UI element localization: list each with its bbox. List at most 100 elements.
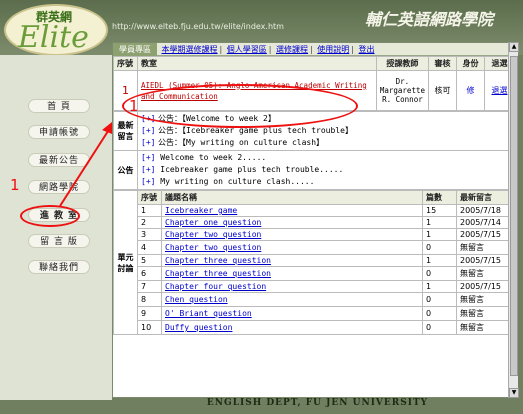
row-index: 10	[137, 320, 162, 335]
table-row: 7 Chapter four question 1 2005/7/15	[114, 280, 515, 293]
expand-button[interactable]: [+]	[141, 153, 155, 162]
table-row: 6 Chapter three question 0 無留言	[114, 266, 515, 281]
announcements-label: 公告	[113, 150, 138, 190]
course-drop-link[interactable]: 退選	[492, 86, 508, 95]
scroll-up-icon[interactable]: ▲	[509, 42, 519, 52]
course-status: 核可	[428, 70, 457, 111]
message-prefix: 公告：	[158, 138, 182, 147]
message-prefix: 公告：	[158, 126, 182, 135]
row-index: 5	[137, 254, 162, 267]
latest-message-item: [+] 公告：【Icebreaker game plus tech troubl…	[141, 125, 511, 137]
latest-message-item: [+] 公告：【My writing on culture clash】	[141, 137, 511, 149]
topic-link[interactable]: Chapter two question	[165, 243, 261, 252]
announcement-text[interactable]: Welcome to week 2.....	[160, 153, 266, 162]
vertical-scrollbar[interactable]: ▲ ▼	[508, 42, 519, 398]
table-row: 3 Chapter two question 1 2005/7/15	[114, 228, 515, 241]
course-role: 修	[456, 70, 485, 111]
row-latest: 2005/7/15	[456, 280, 515, 293]
browser-frame: 群英網 Elite http://www.elteb.fju.edu.tw/el…	[0, 0, 523, 414]
message-text[interactable]: 【My writing on culture clash】	[182, 138, 324, 147]
row-count: 0	[422, 320, 457, 335]
col-teacher: 授課教師	[375, 56, 430, 71]
topic-link[interactable]: Chapter three question	[165, 256, 271, 265]
annotation-number-course: 1	[129, 97, 139, 115]
table-row: 10 Duffy question 0 無留言	[114, 320, 515, 335]
row-index: 9	[137, 306, 162, 321]
tab-personal-learning[interactable]: 個人學習區	[225, 43, 269, 56]
course-teacher: Dr. Margarette R. Connor	[375, 70, 430, 111]
announcement-item: [+] Icebreaker game plus tech trouble...…	[141, 164, 511, 176]
col-status: 審核	[428, 56, 457, 71]
col-index: 序號	[113, 56, 138, 71]
topic-link[interactable]: Chapter two question	[165, 230, 261, 239]
topic-link[interactable]: Chapter three question	[165, 269, 271, 278]
row-count: 1	[422, 254, 457, 267]
row-index: 2	[137, 216, 162, 229]
row-latest: 2005/7/18	[456, 204, 515, 217]
row-index: 6	[137, 266, 162, 281]
announcement-text[interactable]: Icebreaker game plus tech trouble.....	[160, 165, 343, 174]
annotation-arrow	[59, 127, 111, 207]
col-classroom: 教室	[137, 56, 377, 71]
expand-button[interactable]: [+]	[141, 165, 155, 174]
row-index: 4	[137, 240, 162, 255]
disc-col-count: 篇數	[422, 190, 457, 205]
annotation-circle-course	[122, 84, 358, 128]
row-index: 7	[137, 280, 162, 293]
scroll-thumb[interactable]	[510, 56, 518, 376]
tab-semester-courses[interactable]: 本學期選修課程	[160, 43, 220, 56]
course-table-header: 序號 教室 授課教師 審核 身份 退選	[113, 56, 515, 71]
tab-elective-courses[interactable]: 選修課程	[274, 43, 310, 56]
expand-button[interactable]: [+]	[141, 138, 155, 147]
row-index: 1	[137, 204, 162, 217]
row-count: 1	[422, 216, 457, 229]
topic-link[interactable]: O' Briant question	[165, 309, 252, 318]
row-count: 0	[422, 240, 457, 255]
tab-bar: 學員專區 本學期選修課程 | 個人學習區 | 選修課程 | 使用說明 | 登出	[113, 43, 515, 56]
table-row: 1 Icebreaker game 15 2005/7/18	[114, 204, 515, 217]
scroll-down-icon[interactable]: ▼	[509, 388, 519, 398]
col-role: 身份	[456, 56, 485, 71]
announcement-item: [+] My writing on culture clash.....	[141, 176, 511, 188]
latest-messages-label: 最新留言	[113, 111, 138, 151]
expand-button[interactable]: [+]	[141, 126, 155, 135]
table-row: 2 Chapter one question 1 2005/7/14	[114, 216, 515, 229]
row-index: 3	[137, 228, 162, 241]
topic-link[interactable]: Chen question	[165, 295, 228, 304]
announcement-text[interactable]: My writing on culture clash.....	[160, 177, 314, 186]
row-latest: 無留言	[456, 306, 515, 321]
disc-col-index: 序號	[137, 190, 162, 205]
topic-link[interactable]: Duffy question	[165, 323, 232, 332]
row-latest: 無留言	[456, 292, 515, 307]
row-count: 0	[422, 306, 457, 321]
table-row: 5 Chapter three question 1 2005/7/15	[114, 254, 515, 267]
discussion-label: 單元討論	[113, 190, 138, 335]
tab-logout[interactable]: 登出	[357, 43, 377, 56]
row-count: 1	[422, 228, 457, 241]
row-latest: 2005/7/14	[456, 216, 515, 229]
discussion-table: 單元討論 序號 議題名稱 篇數 最新留言 1 Icebreaker game 15 2…	[113, 190, 515, 335]
topic-link[interactable]: Chapter four question	[165, 282, 266, 291]
tab-student-area[interactable]: 學員專區	[113, 43, 157, 56]
row-latest: 2005/7/15	[456, 228, 515, 241]
row-count: 15	[422, 204, 457, 217]
announcement-item: [+] Welcome to week 2.....	[141, 152, 511, 164]
row-index: 8	[137, 292, 162, 307]
topic-link[interactable]: Chapter one question	[165, 218, 261, 227]
table-row: 4 Chapter two question 0 無留言	[114, 240, 515, 255]
row-latest: 無留言	[456, 240, 515, 255]
footer: ENGLISH DEPT, FU JEN UNIVERSITY	[112, 398, 523, 414]
topic-link[interactable]: Icebreaker game	[165, 206, 237, 215]
expand-button[interactable]: [+]	[141, 177, 155, 186]
row-latest: 無留言	[456, 320, 515, 335]
disc-col-topic: 議題名稱	[161, 190, 423, 205]
row-count: 1	[422, 280, 457, 293]
tab-user-guide[interactable]: 使用說明	[315, 43, 351, 56]
table-row: 9 O' Briant question 0 無留言	[114, 306, 515, 321]
row-latest: 2005/7/15	[456, 254, 515, 267]
disc-col-latest: 最新留言	[456, 190, 515, 205]
row-count: 0	[422, 292, 457, 307]
row-latest: 無留言	[456, 266, 515, 281]
row-count: 0	[422, 266, 457, 281]
table-row: 8 Chen question 0 無留言	[114, 292, 515, 307]
